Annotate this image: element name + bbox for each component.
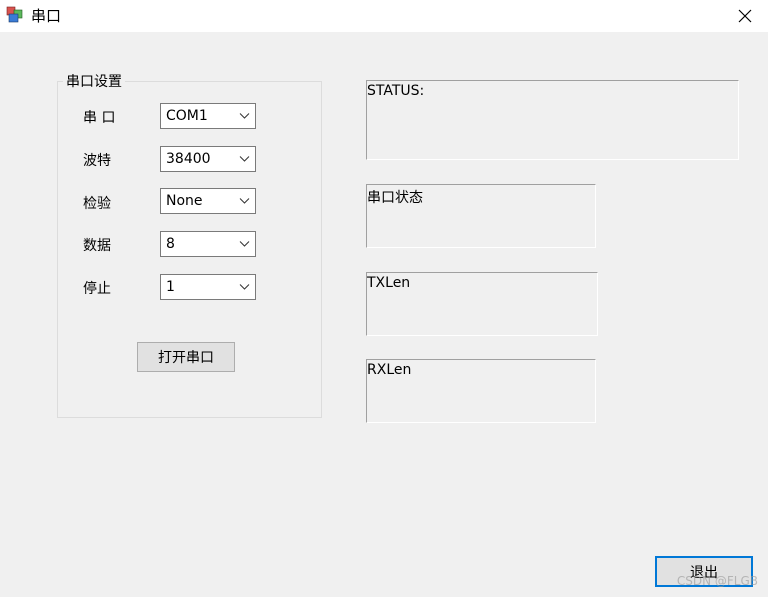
port-state-label: 串口状态 [367,190,423,206]
data-bits-label: 数据 [83,238,111,254]
chevron-down-icon [239,156,250,162]
parity-select[interactable]: None [160,188,256,214]
tx-len-label: TXLen [367,275,411,291]
port-value: COM1 [166,108,208,124]
chevron-down-icon [239,241,250,247]
status-box: STATUS: [366,80,739,160]
data-bits-select[interactable]: 8 [160,231,256,257]
close-icon [738,9,752,23]
stop-bits-label: 停止 [83,281,111,297]
close-button[interactable] [722,0,768,32]
stop-bits-select[interactable]: 1 [160,274,256,300]
watermark: CSDN @FLGB [676,574,758,588]
chevron-down-icon [239,284,250,290]
window-title: 串口 [31,7,62,25]
app-icon [6,6,23,23]
port-select[interactable]: COM1 [160,103,256,129]
open-port-button[interactable]: 打开串口 [137,342,235,372]
chevron-down-icon [239,198,250,204]
baud-value: 38400 [166,151,211,167]
tx-len-box: TXLen [366,272,598,336]
title-bar: 串口 [0,0,768,32]
baud-select[interactable]: 38400 [160,146,256,172]
data-bits-value: 8 [166,236,175,252]
parity-label: 检验 [83,196,111,212]
serial-settings-title: 串口设置 [63,71,125,91]
parity-value: None [166,193,203,209]
port-label: 串 口 [83,110,116,126]
chevron-down-icon [239,113,250,119]
baud-label: 波特 [83,153,111,169]
rx-len-label: RXLen [367,362,412,378]
status-label: STATUS: [367,83,425,99]
port-state-box: 串口状态 [366,184,596,248]
stop-bits-value: 1 [166,279,175,295]
rx-len-box: RXLen [366,359,596,423]
